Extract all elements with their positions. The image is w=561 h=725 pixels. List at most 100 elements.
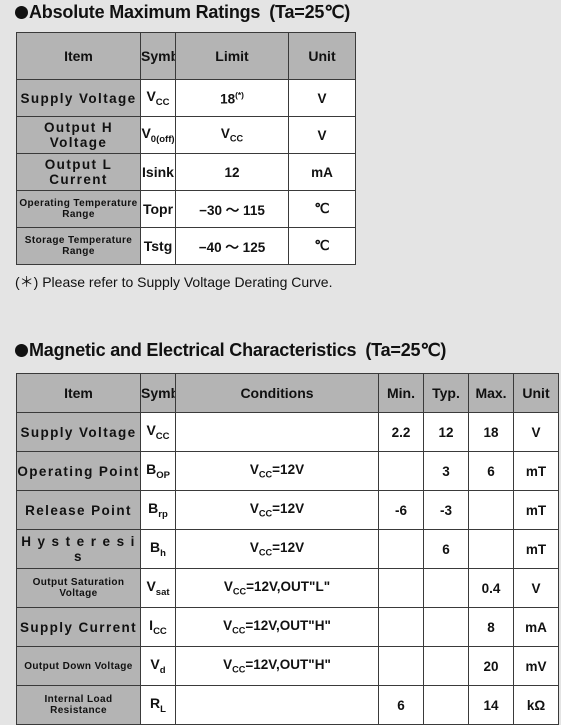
absolute-maximum-ratings-heading: Absolute Maximum Ratings (Ta=25℃) (15, 2, 350, 23)
heading-condition-magnetic: (Ta=25℃) (365, 340, 447, 360)
cell-item: Release Point (16, 490, 141, 530)
table-row: Release Point Brp VCC=12V -6 -3 mT (16, 490, 559, 530)
cell-symbol: Vd (140, 646, 176, 686)
absolute-maximum-ratings-table: Item Symbol Limit Unit Supply VoltageVCC… (16, 32, 356, 265)
cell-limit: 18(*) (175, 79, 289, 117)
cell-unit: mT (513, 490, 559, 530)
cell-symbol: VCC (140, 412, 176, 452)
table-row: Output L Current Isink 12 mA (16, 153, 356, 191)
col-header-max: Max. (468, 373, 514, 413)
cell-unit: mV (513, 646, 559, 686)
cell-symbol: V0(off) (140, 116, 176, 154)
cell-symbol: Tstg (140, 227, 176, 265)
cell-limit: 12 (175, 153, 289, 191)
cell-max: 8 (468, 607, 514, 647)
cell-unit: mT (513, 451, 559, 491)
col-header-symbol: Symbol (140, 32, 176, 80)
cell-unit: V (288, 116, 356, 154)
cell-conditions (175, 412, 379, 452)
col-header-min: Min. (378, 373, 424, 413)
table-row: Operating Point BOP VCC=12V 3 6 mT (16, 451, 559, 491)
col-header-unit: Unit (288, 32, 356, 80)
cell-unit: V (513, 568, 559, 608)
cell-conditions: VCC=12V,OUT"H" (175, 607, 379, 647)
cell-conditions: VCC=12V,OUT"H" (175, 646, 379, 686)
cell-item: Supply Voltage (16, 412, 141, 452)
table-row: Supply Current ICC VCC=12V,OUT"H" 8 mA (16, 607, 559, 647)
table-header-row: Item Symbol Conditions Min. Typ. Max. Un… (16, 373, 559, 413)
table-row: H y s t e r e s i s Bh VCC=12V 6 mT (16, 529, 559, 569)
cell-symbol: Topr (140, 190, 176, 228)
cell-symbol: Vsat (140, 568, 176, 608)
cell-item: Internal Load Resistance (16, 685, 141, 725)
cell-typ: -3 (423, 490, 469, 530)
table-row: Supply Voltage VCC 2.2 12 18 V (16, 412, 559, 452)
cell-min: -6 (378, 490, 424, 530)
col-header-typ: Typ. (423, 373, 469, 413)
cell-typ (423, 646, 469, 686)
filled-circle-bullet-icon (15, 6, 28, 19)
col-header-conditions: Conditions (175, 373, 379, 413)
cell-max: 20 (468, 646, 514, 686)
cell-item: Supply Voltage (16, 79, 141, 117)
cell-item: Supply Current (16, 607, 141, 647)
cell-typ (423, 685, 469, 725)
col-header-item: Item (16, 32, 141, 80)
table-row: Output H Voltage V0(off) VCC V (16, 116, 356, 154)
cell-min (378, 451, 424, 491)
cell-limit: −30 ～ 115 (175, 190, 289, 228)
cell-max: 6 (468, 451, 514, 491)
cell-typ: 6 (423, 529, 469, 569)
cell-unit: V (288, 79, 356, 117)
cell-item: Operating Temperature Range (16, 190, 141, 228)
cell-min (378, 607, 424, 647)
filled-circle-bullet-icon (15, 344, 28, 357)
cell-item: Operating Point (16, 451, 141, 491)
cell-unit: kΩ (513, 685, 559, 725)
cell-min (378, 568, 424, 608)
cell-item: Storage Temperature Range (16, 227, 141, 265)
cell-typ: 3 (423, 451, 469, 491)
magnetic-electrical-characteristics-table: Item Symbol Conditions Min. Typ. Max. Un… (16, 373, 559, 725)
cell-min (378, 646, 424, 686)
col-header-unit: Unit (513, 373, 559, 413)
cell-item: Output L Current (16, 153, 141, 191)
cell-item: Output H Voltage (16, 116, 141, 154)
col-header-symbol: Symbol (140, 373, 176, 413)
cell-symbol: ICC (140, 607, 176, 647)
heading-condition-absolute: (Ta=25℃) (269, 2, 351, 22)
cell-typ: 12 (423, 412, 469, 452)
cell-symbol: Bh (140, 529, 176, 569)
cell-typ (423, 568, 469, 608)
table-row: Output Saturation Voltage Vsat VCC=12V,OUT… (16, 568, 559, 608)
cell-max (468, 529, 514, 569)
cell-symbol: Isink (140, 153, 176, 191)
cell-conditions (175, 685, 379, 725)
cell-max (468, 490, 514, 530)
cell-item: H y s t e r e s i s (16, 529, 141, 569)
cell-unit: ℃ (288, 227, 356, 265)
cell-unit: mT (513, 529, 559, 569)
table-row: Internal Load Resistance RL 6 14 kΩ (16, 685, 559, 725)
magnetic-electrical-characteristics-heading: Magnetic and Electrical Characteristics … (15, 340, 446, 361)
cell-max: 18 (468, 412, 514, 452)
cell-limit: −40 ～ 125 (175, 227, 289, 265)
cell-item: Output Down Voltage (16, 646, 141, 686)
cell-min (378, 529, 424, 569)
cell-unit: V (513, 412, 559, 452)
cell-item: Output Saturation Voltage (16, 568, 141, 608)
heading-title-magnetic: Magnetic and Electrical Characteristics (29, 340, 357, 360)
cell-conditions: VCC=12V (175, 490, 379, 530)
cell-symbol: VCC (140, 79, 176, 117)
derating-curve-footnote: (＊) Please refer to Supply Voltage Derat… (15, 274, 333, 290)
cell-unit: mA (288, 153, 356, 191)
cell-max: 14 (468, 685, 514, 725)
cell-max: 0.4 (468, 568, 514, 608)
cell-min: 2.2 (378, 412, 424, 452)
heading-title-absolute: Absolute Maximum Ratings (29, 2, 261, 22)
table-header-row: Item Symbol Limit Unit (16, 32, 356, 80)
cell-limit: VCC (175, 116, 289, 154)
cell-conditions: VCC=12V,OUT"L" (175, 568, 379, 608)
cell-conditions: VCC=12V (175, 451, 379, 491)
table-row: Operating Temperature Range Topr −30 ～ 115… (16, 190, 356, 228)
